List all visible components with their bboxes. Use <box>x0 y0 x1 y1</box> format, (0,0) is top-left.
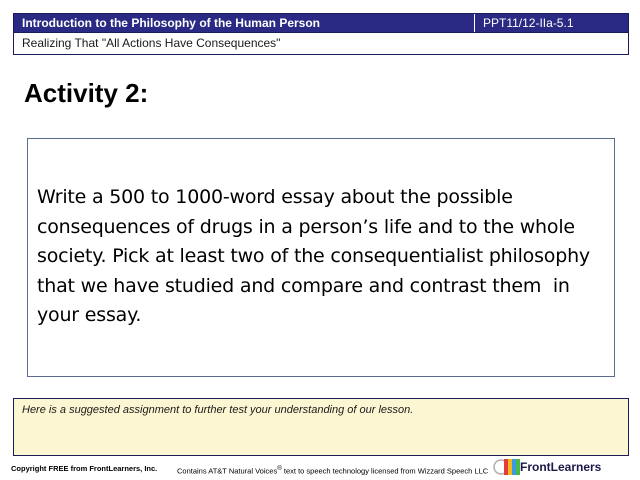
competency-code: PPT11/12-IIa-5.1 <box>474 14 629 32</box>
footer: Copyright FREE from FrontLearners, Inc. … <box>11 464 488 476</box>
voices-credit-text: Contains AT&T Natural Voices <box>177 466 278 476</box>
teacher-note-text: Here is a suggested assignment to furthe… <box>22 404 414 416</box>
activity-box: Write a 500 to 1000-word essay about the… <box>27 138 615 377</box>
voices-credit: Contains AT&T Natural Voices® text to sp… <box>177 464 488 477</box>
frontlearners-logo: FrontLearners <box>492 456 632 478</box>
page-title: Activity 2: <box>24 78 149 108</box>
copyright-text: Copyright FREE from FrontLearners, Inc. <box>11 464 158 473</box>
frontlearners-logo-icon <box>493 459 520 475</box>
teacher-note-box: Here is a suggested assignment to furthe… <box>13 398 629 456</box>
lesson-subtitle: Realizing That "All Actions Have Consequ… <box>13 33 629 55</box>
activity-instructions: Write a 500 to 1000-word essay about the… <box>37 186 596 326</box>
voices-license-text: text to speech technology licensed from … <box>281 466 489 476</box>
brand-name: FrontLearners <box>520 460 602 474</box>
course-title: Introduction to the Philosophy of the Hu… <box>22 16 320 30</box>
header-bar: Introduction to the Philosophy of the Hu… <box>13 13 629 33</box>
